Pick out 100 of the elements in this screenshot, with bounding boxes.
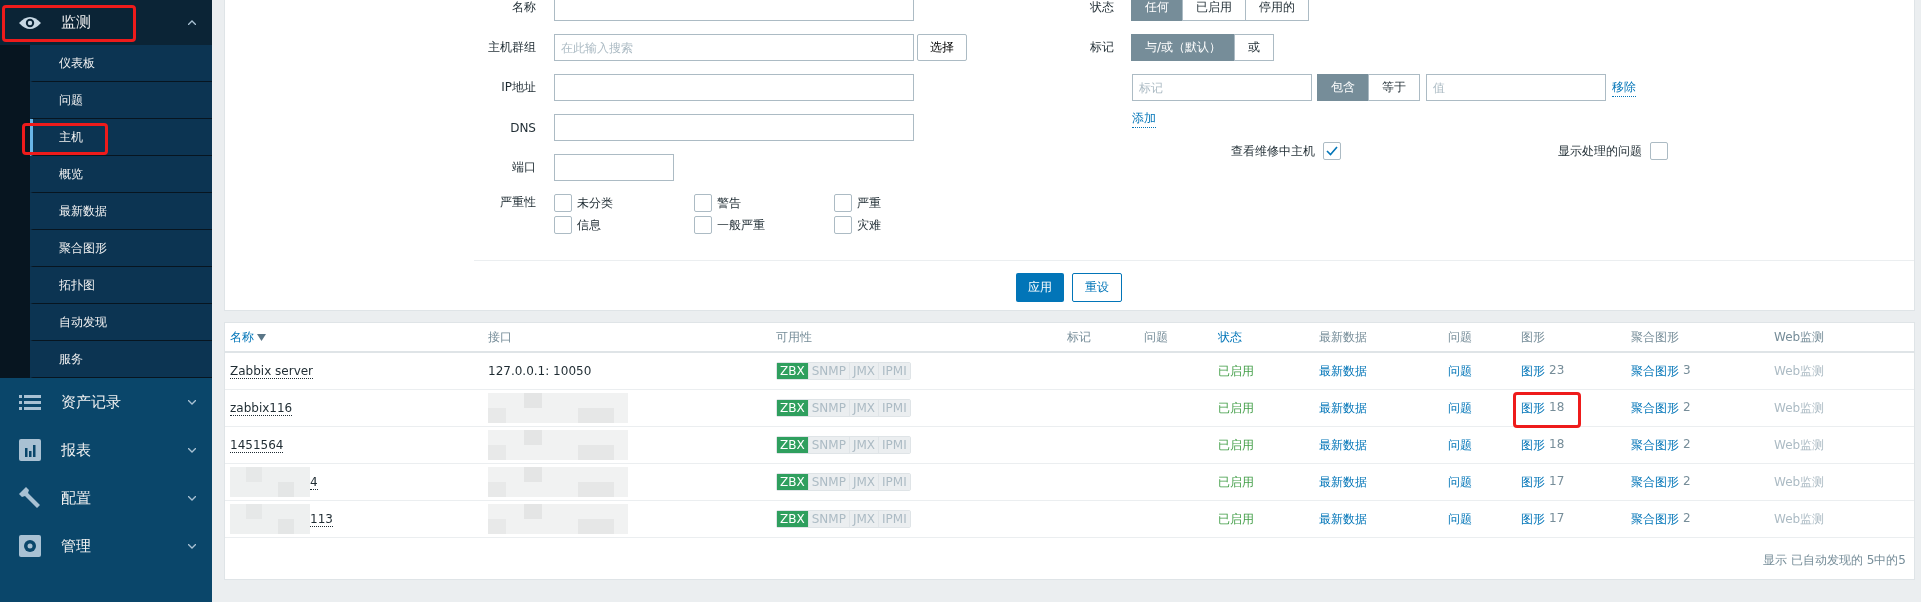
checkbox[interactable] xyxy=(1323,142,1341,160)
add-link[interactable]: 添加 xyxy=(1132,110,1156,128)
segment-option[interactable]: 任何 xyxy=(1131,0,1183,21)
latest-data-link[interactable]: 最新数据 xyxy=(1319,399,1367,417)
web-monitoring-text: Web监测 xyxy=(1774,436,1825,454)
checkbox[interactable] xyxy=(834,194,852,212)
column-header[interactable]: 聚合图形 xyxy=(1631,328,1679,346)
menu-section[interactable]: 监测 xyxy=(0,0,212,45)
submenu-item[interactable]: 聚合图形 xyxy=(30,230,212,267)
availability-tag: IPMI xyxy=(878,474,910,490)
checkbox[interactable] xyxy=(554,216,572,234)
graphs-link[interactable]: 图形 xyxy=(1521,510,1545,528)
problems-link[interactable]: 问题 xyxy=(1448,510,1472,528)
segment-option[interactable]: 等于 xyxy=(1368,74,1420,101)
latest-data-link[interactable]: 最新数据 xyxy=(1319,510,1367,528)
screens-link[interactable]: 聚合图形 xyxy=(1631,473,1679,491)
text-field[interactable] xyxy=(554,74,914,101)
submenu-item[interactable]: 概览 xyxy=(30,156,212,193)
problems-link[interactable]: 问题 xyxy=(1448,399,1472,417)
field-label: 名称 xyxy=(511,0,536,16)
column-header[interactable]: 问题 xyxy=(1144,328,1168,346)
segment-option[interactable]: 与/或（默认） xyxy=(1131,34,1236,61)
text-field[interactable] xyxy=(554,154,674,181)
text-field[interactable] xyxy=(554,114,914,141)
segment-option[interactable]: 已启用 xyxy=(1182,0,1246,21)
status-link[interactable]: 已启用 xyxy=(1218,399,1254,417)
column-header[interactable]: 状态 xyxy=(1218,328,1242,346)
problems-link[interactable]: 问题 xyxy=(1448,473,1472,491)
remove-link[interactable]: 移除 xyxy=(1612,78,1636,97)
menu-section[interactable]: 报表 xyxy=(0,426,212,474)
column-header[interactable]: 可用性 xyxy=(776,328,812,346)
checkbox[interactable] xyxy=(554,194,572,212)
count-text: 18 xyxy=(1549,436,1565,453)
count-text: 2 xyxy=(1683,436,1691,453)
screens-link[interactable]: 聚合图形 xyxy=(1631,362,1679,380)
checkbox-label: 显示处理的问题 xyxy=(1558,142,1642,160)
segment-option[interactable]: 或 xyxy=(1234,34,1275,61)
checkbox[interactable] xyxy=(834,216,852,234)
checkbox[interactable] xyxy=(694,194,712,212)
caret-down-icon xyxy=(188,543,196,549)
reset-button[interactable]: 重设 xyxy=(1072,273,1122,302)
submenu-item[interactable]: 主机 xyxy=(30,119,212,156)
text-field[interactable] xyxy=(554,0,914,21)
menu-section[interactable]: 资产记录 xyxy=(0,378,212,426)
checkbox-label: 查看维修中主机 xyxy=(1231,142,1315,160)
value-field[interactable]: 值 xyxy=(1426,74,1606,101)
host-link[interactable]: 113 xyxy=(310,511,333,527)
checkbox[interactable] xyxy=(1650,142,1668,160)
menu-section[interactable]: 配置 xyxy=(0,474,212,522)
caret-down-icon xyxy=(188,399,196,405)
host-link[interactable]: Zabbix server xyxy=(230,363,314,379)
column-header[interactable]: 接口 xyxy=(488,328,512,346)
screens-link[interactable]: 聚合图形 xyxy=(1631,436,1679,454)
count-text: 23 xyxy=(1549,362,1565,379)
column-header[interactable]: 图形 xyxy=(1521,328,1545,346)
column-header[interactable]: 名称 xyxy=(230,328,266,346)
screens-link[interactable]: 聚合图形 xyxy=(1631,510,1679,528)
latest-data-link[interactable]: 最新数据 xyxy=(1319,362,1367,380)
graphs-link[interactable]: 图形 xyxy=(1521,473,1545,491)
graphs-link[interactable]: 图形 xyxy=(1521,362,1545,380)
problems-link[interactable]: 问题 xyxy=(1448,362,1472,380)
count-text: 3 xyxy=(1683,362,1691,379)
segment-option[interactable]: 停用的 xyxy=(1245,0,1309,21)
checkbox-label: 信息 xyxy=(577,216,601,234)
column-header[interactable]: 标记 xyxy=(1067,328,1091,346)
menu-section[interactable]: 管理 xyxy=(0,522,212,570)
segment-option[interactable]: 包含 xyxy=(1317,74,1369,101)
graphs-link[interactable]: 图形 xyxy=(1521,436,1545,454)
latest-data-link[interactable]: 最新数据 xyxy=(1319,473,1367,491)
problems-link[interactable]: 问题 xyxy=(1448,436,1472,454)
field-label: DNS xyxy=(509,120,536,135)
select-button[interactable]: 选择 xyxy=(917,34,967,61)
list-icon xyxy=(18,394,42,410)
text-field[interactable]: 在此输入搜索 xyxy=(554,34,914,61)
host-link[interactable]: 1451564 xyxy=(230,437,284,453)
tag-field[interactable]: 标记 xyxy=(1132,74,1312,101)
submenu-item[interactable]: 仪表板 xyxy=(30,45,212,82)
checkbox[interactable] xyxy=(694,216,712,234)
submenu-item[interactable]: 问题 xyxy=(30,82,212,119)
apply-button[interactable]: 应用 xyxy=(1016,273,1064,302)
latest-data-link[interactable]: 最新数据 xyxy=(1319,436,1367,454)
submenu-item[interactable]: 拓扑图 xyxy=(30,267,212,304)
status-link[interactable]: 已启用 xyxy=(1218,510,1254,528)
column-header[interactable]: 最新数据 xyxy=(1319,328,1367,346)
graphs-link[interactable]: 图形 xyxy=(1521,399,1545,417)
screens-link[interactable]: 聚合图形 xyxy=(1631,399,1679,417)
status-link[interactable]: 已启用 xyxy=(1218,473,1254,491)
status-link[interactable]: 已启用 xyxy=(1218,436,1254,454)
submenu-item[interactable]: 服务 xyxy=(30,341,212,378)
field-label: 状态 xyxy=(1089,0,1114,16)
host-link[interactable]: zabbix116 xyxy=(230,400,293,416)
field-label: 端口 xyxy=(511,159,536,176)
column-header[interactable]: 问题 xyxy=(1448,328,1472,346)
submenu-item[interactable]: 最新数据 xyxy=(30,193,212,230)
availability-tag: IPMI xyxy=(878,511,910,527)
sort-arrow-icon xyxy=(257,333,266,341)
host-link[interactable]: 4 xyxy=(310,474,318,490)
submenu-item[interactable]: 自动发现 xyxy=(30,304,212,341)
column-header[interactable]: Web监测 xyxy=(1774,328,1825,346)
status-link[interactable]: 已启用 xyxy=(1218,362,1254,380)
